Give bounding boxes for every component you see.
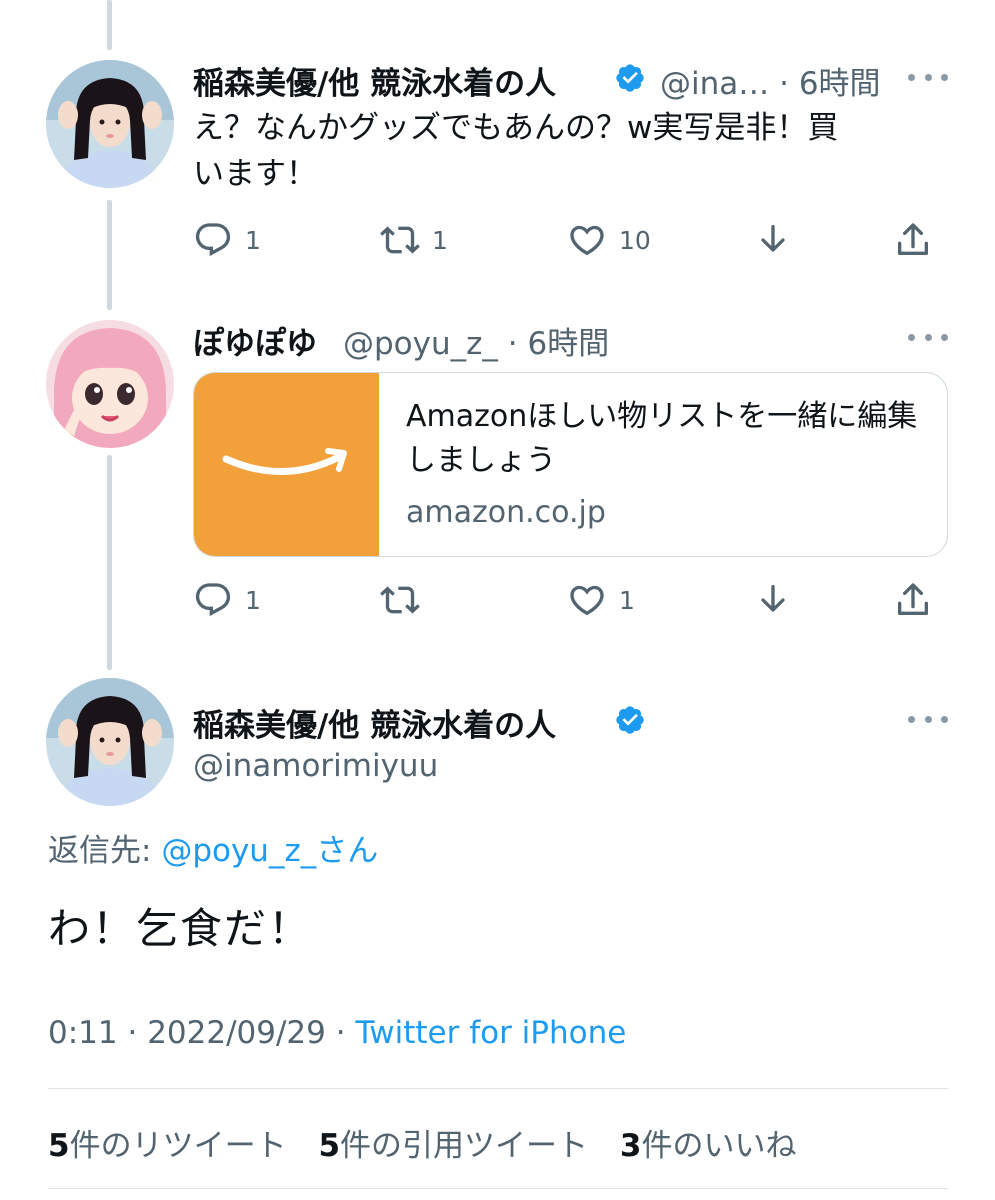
like-button[interactable]: 1 <box>567 580 635 620</box>
tweet-source-link[interactable]: Twitter for iPhone <box>355 1015 626 1051</box>
avatar-photo <box>46 60 174 188</box>
heart-icon <box>570 585 604 616</box>
reply-to-line: 返信先: @poyu_z_さん <box>48 833 379 869</box>
download-icon <box>761 225 785 252</box>
tweet-stats: 5件のリツイート 5件の引用ツイート 3件のいいね <box>48 1120 818 1165</box>
more-options-icon[interactable] <box>908 704 948 734</box>
share-icon <box>898 223 928 255</box>
retweet-icon <box>380 226 420 254</box>
download-button[interactable] <box>753 580 793 620</box>
divider <box>48 1088 948 1089</box>
retweet-icon <box>380 586 420 614</box>
amazon-smile-icon <box>222 448 347 475</box>
author-name[interactable]: 稲森美優/他 競泳水着の人 <box>193 58 556 103</box>
reply-icon <box>195 583 231 617</box>
share-button[interactable] <box>893 580 933 620</box>
reply-icon <box>195 223 231 257</box>
avatar[interactable] <box>46 320 174 448</box>
like-count-link[interactable]: 3件のいいね <box>620 1128 797 1164</box>
author-name[interactable]: 稲森美優/他 競泳水着の人 <box>193 700 556 745</box>
heart-icon <box>570 225 604 256</box>
tweet-time: 0:11 <box>48 1015 118 1051</box>
tweet-time: 6時間 <box>527 326 610 362</box>
more-options-icon[interactable] <box>908 322 948 352</box>
thread-line-top <box>107 0 112 50</box>
reply-to-link[interactable]: @poyu_z_さん <box>161 833 378 869</box>
verified-badge-icon <box>616 706 644 734</box>
retweet-button[interactable] <box>380 580 432 620</box>
card-title: Amazonほしい物リストを一緒に編集しましょう <box>406 399 918 478</box>
share-button[interactable] <box>893 220 933 260</box>
thread-line-1 <box>107 200 112 310</box>
tweet-text: わ！乞食だ！ <box>48 904 313 953</box>
amazon-logo-thumbnail <box>194 373 379 556</box>
avatar-photo <box>46 678 174 806</box>
like-button[interactable]: 10 <box>567 220 651 260</box>
retweet-count-link[interactable]: 5件のリツイート <box>48 1128 287 1164</box>
card-domain: amazon.co.jp <box>406 495 606 530</box>
download-button[interactable] <box>753 220 793 260</box>
avatar-illustration <box>46 320 174 448</box>
tweet-text: え？なんかグッズでもあんの？w実写是非！買 います！ <box>193 110 839 192</box>
link-card[interactable]: Amazonほしい物リストを一緒に編集しましょう amazon.co.jp <box>193 372 948 557</box>
quote-count-link[interactable]: 5件の引用ツイート <box>318 1128 588 1164</box>
retweet-button[interactable]: 1 <box>380 220 448 260</box>
more-options-icon[interactable] <box>908 62 948 92</box>
avatar[interactable] <box>46 60 174 188</box>
author-handle[interactable]: @inamorimiyuu <box>193 748 438 784</box>
thread-line-2 <box>107 455 112 670</box>
reply-button[interactable]: 1 <box>193 220 261 260</box>
author-handle[interactable]: @poyu_z_ · 6時間 <box>343 318 609 363</box>
download-icon <box>761 585 785 612</box>
verified-badge-icon <box>616 64 644 92</box>
reply-button[interactable]: 1 <box>193 580 261 620</box>
tweet-date: 2022/09/29 <box>147 1015 326 1051</box>
tweet-meta: 0:11 · 2022/09/29 · Twitter for iPhone <box>48 1015 627 1051</box>
tweet-time: 6時間 <box>798 66 881 102</box>
avatar[interactable] <box>46 678 174 806</box>
author-handle[interactable]: @ina… · 6時間 <box>660 58 881 103</box>
divider <box>48 1188 948 1189</box>
share-icon <box>898 583 928 615</box>
author-name[interactable]: ぽゆぽゆ <box>193 318 317 363</box>
